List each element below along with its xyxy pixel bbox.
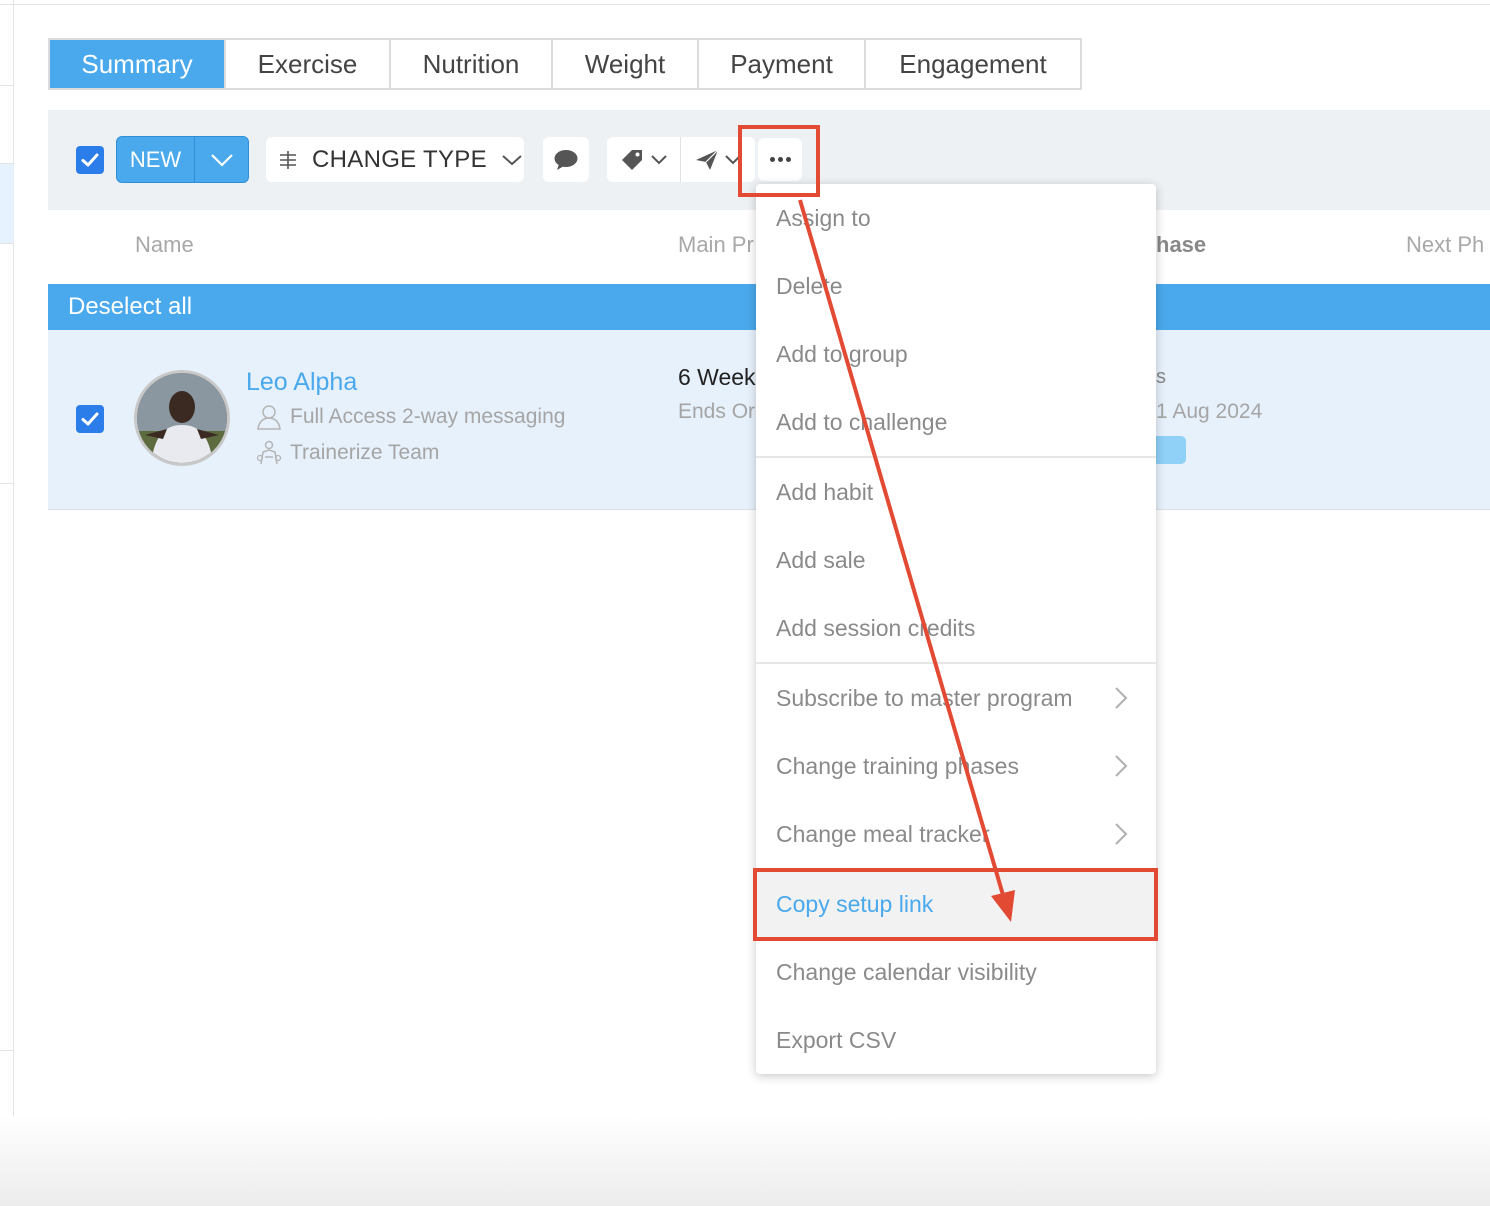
annotation-highlight-more-button [738, 125, 820, 197]
chevron-down-icon [502, 154, 522, 165]
chat-bubble-icon [554, 149, 578, 170]
menu-item-add-habit[interactable]: Add habit [756, 458, 1156, 526]
chevron-down-icon [650, 155, 667, 165]
main-program-end: Ends Or [678, 400, 756, 423]
user-outline-icon [257, 405, 281, 430]
tab-engagement[interactable]: Engagement [866, 40, 1080, 88]
client-tabs: Summary Exercise Nutrition Weight Paymen… [48, 38, 1082, 90]
trainer-icon [256, 440, 282, 465]
row-checkbox[interactable] [76, 405, 104, 433]
column-header-phase[interactable]: hase [1156, 232, 1206, 258]
tab-exercise[interactable]: Exercise [226, 40, 391, 88]
menu-item-label: Change training phases [776, 752, 1019, 779]
menu-item-add-sale[interactable]: Add sale [756, 526, 1156, 594]
change-type-button[interactable]: CHANGE TYPE [266, 137, 524, 182]
change-type-label: CHANGE TYPE [312, 145, 487, 173]
tab-nutrition[interactable]: Nutrition [391, 40, 553, 88]
tag-dropdown-button[interactable] [607, 137, 681, 182]
left-sidebar-edge [0, 0, 14, 1206]
menu-item-subscribe-master-program[interactable]: Subscribe to master program [756, 664, 1156, 732]
menu-item-add-session-credits[interactable]: Add session credits [756, 594, 1156, 662]
menu-item-add-to-group[interactable]: Add to group [756, 320, 1156, 388]
access-level-text: Full Access 2-way messaging [290, 405, 566, 428]
team-name: Trainerize Team [290, 441, 440, 464]
tag-send-group [607, 137, 755, 182]
check-icon [81, 412, 99, 426]
select-all-checkbox[interactable] [76, 146, 104, 174]
column-header-name[interactable]: Name [135, 232, 194, 258]
menu-item-delete[interactable]: Delete [756, 252, 1156, 320]
access-level: Full Access 2-way messaging [256, 404, 565, 430]
menu-item-label: Subscribe to master program [776, 684, 1073, 711]
phase-date: 1 Aug 2024 [1156, 400, 1263, 423]
menu-item-label: Change meal tracker [776, 820, 990, 847]
phase-name: s [1156, 366, 1166, 388]
menu-item-change-meal-tracker[interactable]: Change meal tracker [756, 800, 1156, 868]
column-header-main-program[interactable]: Main Pr [678, 232, 754, 258]
tab-payment[interactable]: Payment [699, 40, 866, 88]
new-button-group: NEW [116, 136, 249, 183]
new-button[interactable]: NEW [117, 137, 195, 182]
chevron-right-icon [1115, 755, 1128, 777]
menu-item-change-training-phases[interactable]: Change training phases [756, 732, 1156, 800]
profile-photo [137, 373, 227, 463]
sort-lines-icon [280, 150, 296, 169]
tag-icon [621, 149, 642, 170]
menu-item-add-to-challenge[interactable]: Add to challenge [756, 388, 1156, 456]
main-program-name[interactable]: 6 Week [678, 364, 756, 391]
chevron-down-icon [210, 153, 233, 167]
avatar[interactable] [134, 370, 230, 466]
column-header-next-phase[interactable]: Next Ph [1406, 232, 1484, 258]
client-name-link[interactable]: Leo Alpha [246, 368, 357, 397]
tab-weight[interactable]: Weight [553, 40, 699, 88]
app-page: Summary Exercise Nutrition Weight Paymen… [0, 0, 1490, 1206]
page-bottom-shadow [0, 1116, 1490, 1206]
chevron-right-icon [1115, 687, 1128, 709]
top-divider [0, 4, 1490, 5]
deselect-all-link[interactable]: Deselect all [68, 293, 192, 321]
menu-item-change-calendar-visibility[interactable]: Change calendar visibility [756, 938, 1156, 1006]
message-button[interactable] [543, 137, 589, 182]
chevron-right-icon [1115, 823, 1128, 845]
menu-item-export-csv[interactable]: Export CSV [756, 1006, 1156, 1074]
check-icon [81, 153, 99, 167]
annotation-highlight-copy-setup-link [753, 868, 1158, 941]
tab-summary[interactable]: Summary [50, 40, 226, 88]
new-dropdown-toggle[interactable] [195, 137, 248, 182]
assigned-team: Trainerize Team [256, 440, 439, 466]
send-plane-icon [696, 149, 719, 170]
phase-progress-pill [1156, 436, 1186, 464]
